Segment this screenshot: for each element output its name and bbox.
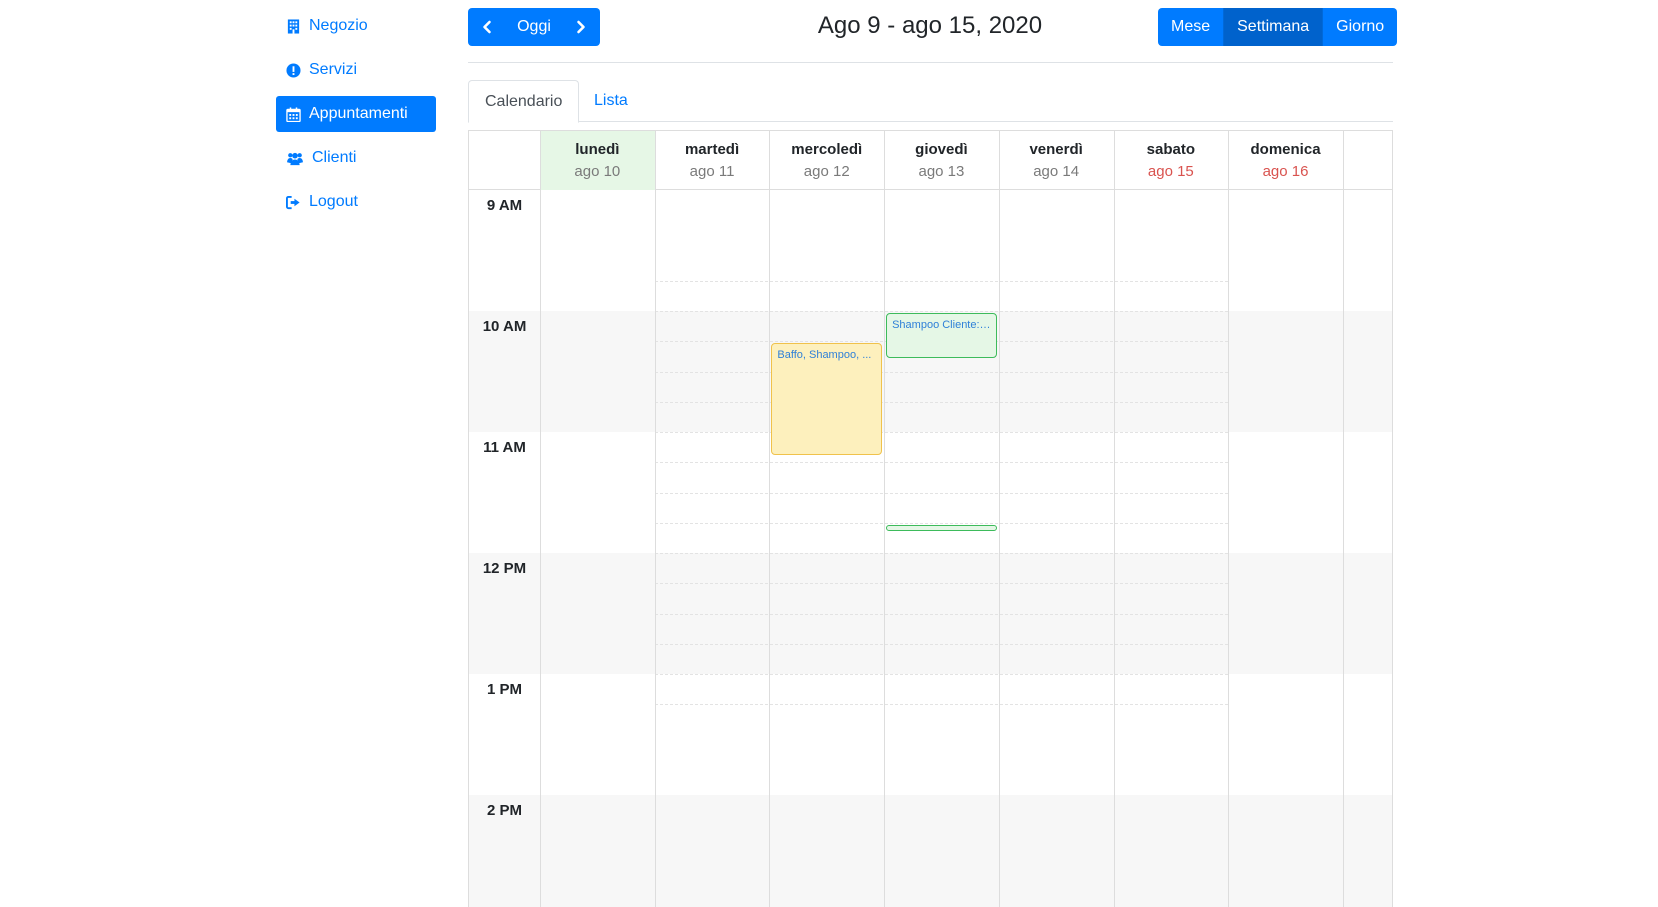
time-slot-line	[654, 492, 1229, 494]
day-name: sabato	[1146, 141, 1196, 158]
time-slot-line	[654, 432, 1229, 433]
users-icon	[287, 152, 303, 165]
time-slot-line	[654, 674, 1229, 675]
hour-label: 1 PM	[486, 681, 522, 698]
hour-label: 12 PM	[482, 560, 527, 577]
view-switcher: Mese Settimana Giorno	[1158, 8, 1398, 46]
sidebar: Negozio Servizi Appuntamenti Clienti Log…	[276, 8, 436, 228]
sidebar-item-label: Logout	[309, 193, 358, 210]
day-name: mercoledì	[791, 141, 863, 158]
column-divider	[998, 131, 1000, 907]
tab-calendario[interactable]: Calendario	[468, 80, 580, 123]
day-name: domenica	[1250, 141, 1321, 158]
sidebar-item-negozio[interactable]: Negozio	[276, 8, 436, 44]
hour-label: 9 AM	[486, 197, 523, 214]
day-date: ago 15	[1147, 163, 1194, 180]
day-date: ago 12	[803, 163, 850, 180]
view-month-button[interactable]: Mese	[1158, 8, 1225, 46]
exclamation-circle-icon	[286, 62, 301, 78]
hour-band	[469, 190, 1392, 311]
sidebar-item-appuntamenti[interactable]: Appuntamenti	[276, 96, 436, 132]
column-divider	[654, 131, 656, 907]
sidebar-item-label: Appuntamenti	[309, 105, 408, 122]
day-header: mercoledì ago 12	[769, 131, 884, 190]
next-week-button[interactable]	[562, 8, 600, 46]
calendar-icon	[286, 106, 301, 122]
day-header: martedì ago 11	[655, 131, 770, 190]
column-divider	[1342, 131, 1344, 907]
time-slot-line	[654, 553, 1229, 554]
sidebar-item-servizi[interactable]: Servizi	[276, 52, 436, 88]
sidebar-item-label: Servizi	[309, 61, 358, 78]
hour-band	[469, 674, 1392, 795]
view-day-button[interactable]: Giorno	[1323, 8, 1398, 46]
time-slot-line	[654, 280, 1229, 282]
appointment-event[interactable]	[886, 524, 997, 531]
day-date: ago 14	[1033, 163, 1080, 180]
calendar-title: Ago 9 - ago 15, 2020	[817, 12, 1043, 39]
chevron-left-icon	[483, 20, 491, 34]
building-icon	[287, 18, 300, 34]
day-header-row: lunedì ago 10 martedì ago 11 mercoledì ago 12…	[469, 131, 1392, 190]
day-date: ago 13	[918, 163, 965, 180]
column-divider	[884, 131, 886, 907]
sign-out-icon	[286, 195, 300, 209]
time-slot-line	[654, 704, 1229, 706]
divider	[468, 62, 1393, 63]
time-grid: 9 AM 10 AM 11 AM 12 PM 1 PM 2 PM Shampoo Clien…	[469, 190, 1392, 907]
appointment-event[interactable]: Baffo, Shampoo, ...	[771, 343, 883, 456]
sidebar-item-label: Negozio	[309, 17, 368, 34]
column-divider	[769, 131, 771, 907]
day-name: lunedì	[575, 141, 620, 158]
column-divider	[1113, 131, 1115, 907]
sidebar-item-label: Clienti	[312, 149, 357, 166]
day-header: sabato ago 15	[1114, 131, 1229, 190]
day-name: venerdì	[1029, 141, 1083, 158]
day-date: ago 16	[1262, 163, 1309, 180]
time-slot-line	[654, 311, 1229, 312]
hour-label: 11 AM	[483, 439, 526, 456]
day-name: giovedì	[915, 141, 968, 158]
week-calendar: lunedì ago 10 martedì ago 11 mercoledì ago 12…	[468, 130, 1393, 907]
appointment-event[interactable]: Shampoo Cliente: ...	[886, 313, 997, 358]
day-date: ago 11	[689, 163, 735, 180]
sidebar-item-logout[interactable]: Logout	[276, 184, 436, 220]
time-slot-line	[654, 613, 1229, 615]
today-button[interactable]: Oggi	[506, 8, 562, 46]
prev-week-button[interactable]	[468, 8, 506, 46]
time-slot-line	[654, 522, 1229, 524]
time-slot-line	[654, 462, 1229, 464]
column-divider	[1228, 131, 1230, 907]
view-tabs: Calendario Lista	[468, 80, 1393, 123]
view-week-button[interactable]: Settimana	[1224, 8, 1324, 46]
day-header: giovedì ago 13	[884, 131, 999, 190]
day-header: domenica ago 16	[1228, 131, 1343, 190]
tab-lista[interactable]: Lista	[578, 80, 644, 122]
hour-label: 10 AM	[482, 318, 527, 335]
time-slot-line	[654, 371, 1229, 373]
chevron-right-icon	[577, 20, 585, 34]
time-slot-line	[654, 643, 1229, 645]
time-slot-line	[654, 583, 1229, 585]
time-slot-line	[654, 401, 1229, 403]
day-header: venerdì ago 14	[999, 131, 1114, 190]
column-divider	[540, 131, 541, 907]
day-header: lunedì ago 10	[540, 131, 655, 190]
hour-band	[469, 795, 1392, 907]
day-name: martedì	[684, 141, 740, 158]
sidebar-item-clienti[interactable]: Clienti	[276, 140, 436, 176]
date-navigation: Oggi	[468, 8, 600, 46]
hour-label: 2 PM	[486, 802, 522, 819]
day-date: ago 10	[574, 163, 621, 180]
